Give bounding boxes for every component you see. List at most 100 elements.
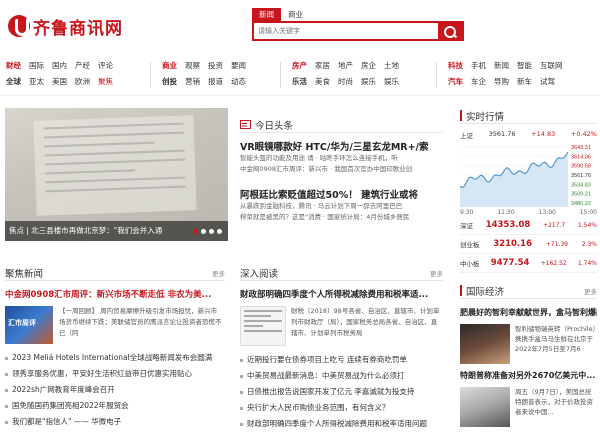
headline-subline[interactable]: 智能头盔的功能及用途 请 · 咕咚手环怎么连接手机，听	[240, 153, 443, 164]
index-row[interactable]: 深证 14353.08 +217.7 1.54%	[460, 216, 597, 235]
list-item[interactable]: 国免随国药集团亮相2022年服贸会	[5, 398, 225, 414]
index-row[interactable]: 中小板 9477.54 +162.52 1.74%	[460, 254, 597, 273]
nav-item[interactable]: 营销	[185, 76, 200, 88]
intl-thumbnail[interactable]	[460, 387, 510, 427]
nav-item[interactable]: 新闻	[494, 60, 509, 72]
nav-item[interactable]: 亚太	[29, 76, 44, 88]
headline-item: 阿根廷比索贬值超过50%！ 建筑行业或将 从暴跌到金融科技，腾讯 · 马云计划下…	[240, 187, 443, 223]
list-item[interactable]: 央行扩大人民币购债业务范围，有何含义？	[240, 400, 443, 416]
headline-subline[interactable]: 榨菜就是被黑的？这是"消费 · 国家统计局：4月份城乡居民	[240, 212, 443, 223]
nav-item[interactable]: 车企	[471, 76, 486, 88]
section-title: 国际经济	[466, 286, 505, 298]
nav-item[interactable]: 试驾	[540, 76, 563, 88]
deep-list: 近期投行要在债券项目上吃亏 连续有券商吃罚单 中美贸易战最新消息：中美贸易战为什…	[240, 352, 443, 432]
x-tick: 9:30	[460, 209, 474, 216]
intl-card: 周五（9月7日），美国总统特朗普表示，对于价政投资者来说中国...	[460, 387, 597, 427]
nav-item[interactable]: 创投	[162, 76, 177, 88]
slider-dot[interactable]	[201, 229, 206, 234]
nav-item[interactable]: 汽车	[448, 76, 463, 88]
market-quotes: 实时行情 上证 3561.76 +14.83 +0.42% 3643.31 361…	[459, 108, 597, 273]
nav-item[interactable]: 互联网	[540, 60, 563, 72]
section-title: 今日头条	[255, 120, 294, 132]
nav-item[interactable]: 聚焦	[98, 76, 113, 88]
nav-group-tech: 科技 手机 新闻 智能 互联网 汽车 车企 导购 新车 试驾	[448, 60, 563, 88]
y-tick-label: 3561.76	[571, 173, 591, 179]
nav-item[interactable]: 报道	[208, 76, 223, 88]
nav-item[interactable]: 美国	[52, 76, 67, 88]
headline-link[interactable]: VR眼镜哪款好 HTC/华为/三星玄龙MR+/索	[240, 139, 443, 153]
index-change: +71.39	[545, 240, 568, 248]
list-item[interactable]: 日债推出报告说国家开发了亿元 李嘉诚就为投支持	[240, 384, 443, 400]
intl-thumbnail[interactable]	[460, 324, 510, 364]
nav-item[interactable]: 手机	[471, 60, 486, 72]
intl-lead-link[interactable]: 肥晨好的智利幸献献世界，盒马智利爆款	[460, 307, 597, 318]
nav-item[interactable]: 地产	[338, 60, 353, 72]
nav-item[interactable]: 观察	[185, 60, 200, 72]
list-item[interactable]: 我们都是"指信人" —— 华微电子	[5, 414, 225, 430]
nav-item[interactable]: 导购	[494, 76, 509, 88]
nav-item[interactable]: 房产	[292, 60, 307, 72]
x-tick: 15:00	[579, 209, 597, 216]
nav-item[interactable]: 乐活	[292, 76, 307, 88]
list-item[interactable]: 领秀享服务优惠，平安好生活积红益带日优惠实用贴心	[5, 366, 225, 382]
nav-item[interactable]: 国际	[29, 60, 44, 72]
headline-subline[interactable]: 从暴跌到金融科技，腾讯 · 马云计划下周一辞去阿里巴巴	[240, 201, 443, 212]
nav-item[interactable]: 美食	[315, 76, 330, 88]
nav-divider	[280, 62, 281, 88]
nav-item[interactable]: 智能	[517, 60, 532, 72]
search-tab-news[interactable]: 新闻	[252, 8, 281, 21]
intl-lead-link[interactable]: 特朗普称准备对另外2670亿美元中...	[460, 370, 597, 381]
deep-thumbnail[interactable]	[240, 306, 286, 346]
nav-item[interactable]: 科技	[448, 60, 463, 72]
nav-item[interactable]: 新车	[517, 76, 532, 88]
headline-link[interactable]: 阿根廷比索贬值超过50%！ 建筑行业或将	[240, 187, 443, 201]
y-tick-label: 3509.21	[571, 192, 591, 198]
nav-item[interactable]: 评论	[98, 60, 113, 72]
search-tab-business[interactable]: 商业	[281, 8, 310, 21]
search-icon[interactable]	[438, 23, 462, 39]
index-change: +14.83	[531, 130, 556, 138]
nav-item[interactable]: 动态	[231, 76, 246, 88]
list-item[interactable]: 2023 Meliá Hotels International全球战略新闻发布会…	[5, 350, 225, 366]
more-link[interactable]: 更多	[430, 268, 443, 278]
nav-item[interactable]: 家居	[315, 60, 330, 72]
focus-lead-link[interactable]: 中金网0908汇市周评：新兴市场不断走低 非农为美...	[5, 288, 225, 300]
y-tick-label: 3534.83	[571, 182, 591, 188]
nav-group-business: 商业 观察 投资 要闻 创投 营销 报道 动态	[162, 60, 254, 88]
focus-thumbnail[interactable]: 汇市周评	[5, 306, 53, 344]
nav-item[interactable]: 房企	[361, 60, 376, 72]
index-row[interactable]: 创业板 3210.16 +71.39 2.3%	[460, 235, 597, 254]
nav-item[interactable]: 产经	[75, 60, 90, 72]
nav-item[interactable]: 土地	[384, 60, 399, 72]
nav-item[interactable]: 时尚	[338, 76, 353, 88]
nav-item[interactable]: 要闻	[231, 60, 246, 72]
nav-item[interactable]: 财经	[6, 60, 21, 72]
slider-dot[interactable]	[217, 229, 222, 234]
nav-item[interactable]: 全球	[6, 76, 21, 88]
list-item[interactable]: 中美贸易战最新消息：中美贸易战为什么必须打	[240, 368, 443, 384]
list-item[interactable]: 2022sh广网教育年度峰会召开	[5, 382, 225, 398]
list-item[interactable]: 财政部明确四季度个人所得税减除费用和税率适用问题	[240, 416, 443, 432]
slider-dot[interactable]	[209, 229, 214, 234]
index-name: 深证	[460, 222, 473, 230]
hero-slider[interactable]: 焦点 | 北三县楼市再做北京梦："我们会并入通	[5, 108, 228, 241]
site-logo[interactable]: 齐鲁商讯网	[8, 14, 123, 39]
nav-item[interactable]: 娱乐	[384, 76, 399, 88]
y-tick-label: 3590.58	[571, 164, 591, 170]
slider-dot[interactable]	[193, 229, 198, 234]
more-link[interactable]: 更多	[584, 286, 597, 296]
nav-item[interactable]: 投资	[208, 60, 223, 72]
deep-lead-link[interactable]: 财政部明确四季度个人所得税减除费用和税率适...	[240, 288, 443, 300]
nav-item[interactable]: 娱乐	[361, 76, 376, 88]
headline-subline[interactable]: 中金网0908汇市周评：新兴市 · 我国首次官办中国印歌业创	[240, 164, 443, 175]
intl-summary: 周五（9月7日），美国总统特朗普表示，对于价政投资者来说中国...	[515, 388, 593, 416]
index-price: 3561.76	[488, 130, 516, 138]
section-header: 聚焦新闻 更多	[5, 265, 225, 281]
nav-item[interactable]: 商业	[162, 60, 177, 72]
nav-item[interactable]: 国内	[52, 60, 67, 72]
nav-item[interactable]: 欧洲	[75, 76, 90, 88]
more-link[interactable]: 更多	[212, 268, 225, 278]
list-item[interactable]: 近期投行要在债券项目上吃亏 连续有券商吃罚单	[240, 352, 443, 368]
intl-summary: 智利储物瑞英转（Prochile）携携手盒马马生鲜在北京于2022年7月5日至7…	[515, 325, 596, 353]
search-input[interactable]	[254, 23, 438, 39]
